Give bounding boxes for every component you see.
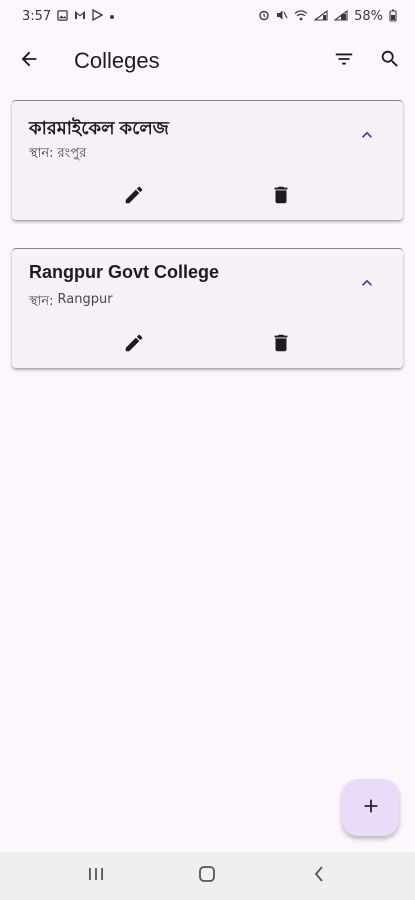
chevron-up-icon [357, 125, 377, 149]
trash-icon [270, 332, 292, 358]
location-label: স্থান: [29, 294, 54, 309]
delete-button[interactable] [265, 329, 297, 361]
edit-button[interactable] [118, 181, 150, 213]
page-title: Colleges [74, 48, 160, 73]
wifi-icon [294, 9, 308, 23]
edit-button[interactable] [118, 329, 150, 361]
app-bar: Colleges [0, 32, 415, 90]
college-list: কারমাইকেল কলেজ স্থান: রংপুর Rangpur Govt… [0, 100, 415, 396]
arrow-back-icon [18, 48, 40, 74]
edit-pencil-icon [123, 332, 145, 358]
search-button[interactable] [367, 37, 413, 85]
gmail-icon [74, 10, 86, 22]
system-nav-bar [0, 852, 415, 900]
status-right: 58% [258, 9, 397, 24]
college-card: Rangpur Govt College স্থান: Rangpur [12, 248, 403, 368]
play-store-icon [92, 8, 104, 23]
college-name: Rangpur Govt College [29, 262, 220, 282]
status-bar: 3:57 58% [0, 0, 415, 32]
trash-icon [270, 184, 292, 210]
collapse-button[interactable] [353, 271, 381, 299]
filter-button[interactable] [321, 37, 367, 85]
dot-icon [109, 11, 115, 22]
college-name: কারমাইকেল কলেজ [29, 118, 169, 138]
add-college-button[interactable] [342, 779, 399, 836]
plus-icon [360, 795, 382, 821]
gallery-icon [57, 9, 68, 23]
location-value: Rangpur [57, 292, 113, 307]
app-bar-actions [321, 37, 413, 85]
battery-level: 58% [354, 8, 383, 24]
location-value: রংপুর [57, 146, 87, 161]
home-button[interactable] [177, 856, 237, 896]
search-icon [379, 48, 401, 74]
filter-icon [333, 48, 355, 74]
battery-icon [389, 9, 397, 24]
collapse-button[interactable] [353, 123, 381, 151]
college-location: স্থান: রংপুর [29, 144, 86, 165]
delete-button[interactable] [265, 181, 297, 213]
recent-apps-button[interactable] [66, 856, 126, 896]
status-time: 3:57 [22, 8, 52, 24]
back-button[interactable] [5, 37, 53, 85]
system-back-button[interactable] [289, 856, 349, 896]
chevron-left-icon [312, 865, 326, 887]
chevron-up-icon [357, 273, 377, 297]
college-card: কারমাইকেল কলেজ স্থান: রংপুর [12, 100, 403, 220]
mute-icon [276, 9, 288, 23]
signal-icon [333, 9, 348, 23]
colleges-screen: 3:57 58% Colleges কারমাইকেল কলেজ স্থান: … [0, 0, 415, 900]
home-icon [198, 865, 216, 887]
location-label: স্থান: [29, 146, 54, 161]
signal-icon [313, 9, 328, 23]
college-location: স্থান: Rangpur [29, 292, 113, 313]
status-left: 3:57 [22, 9, 115, 24]
edit-pencil-icon [123, 184, 145, 210]
alarm-icon [258, 9, 270, 23]
recent-apps-icon [87, 866, 105, 886]
